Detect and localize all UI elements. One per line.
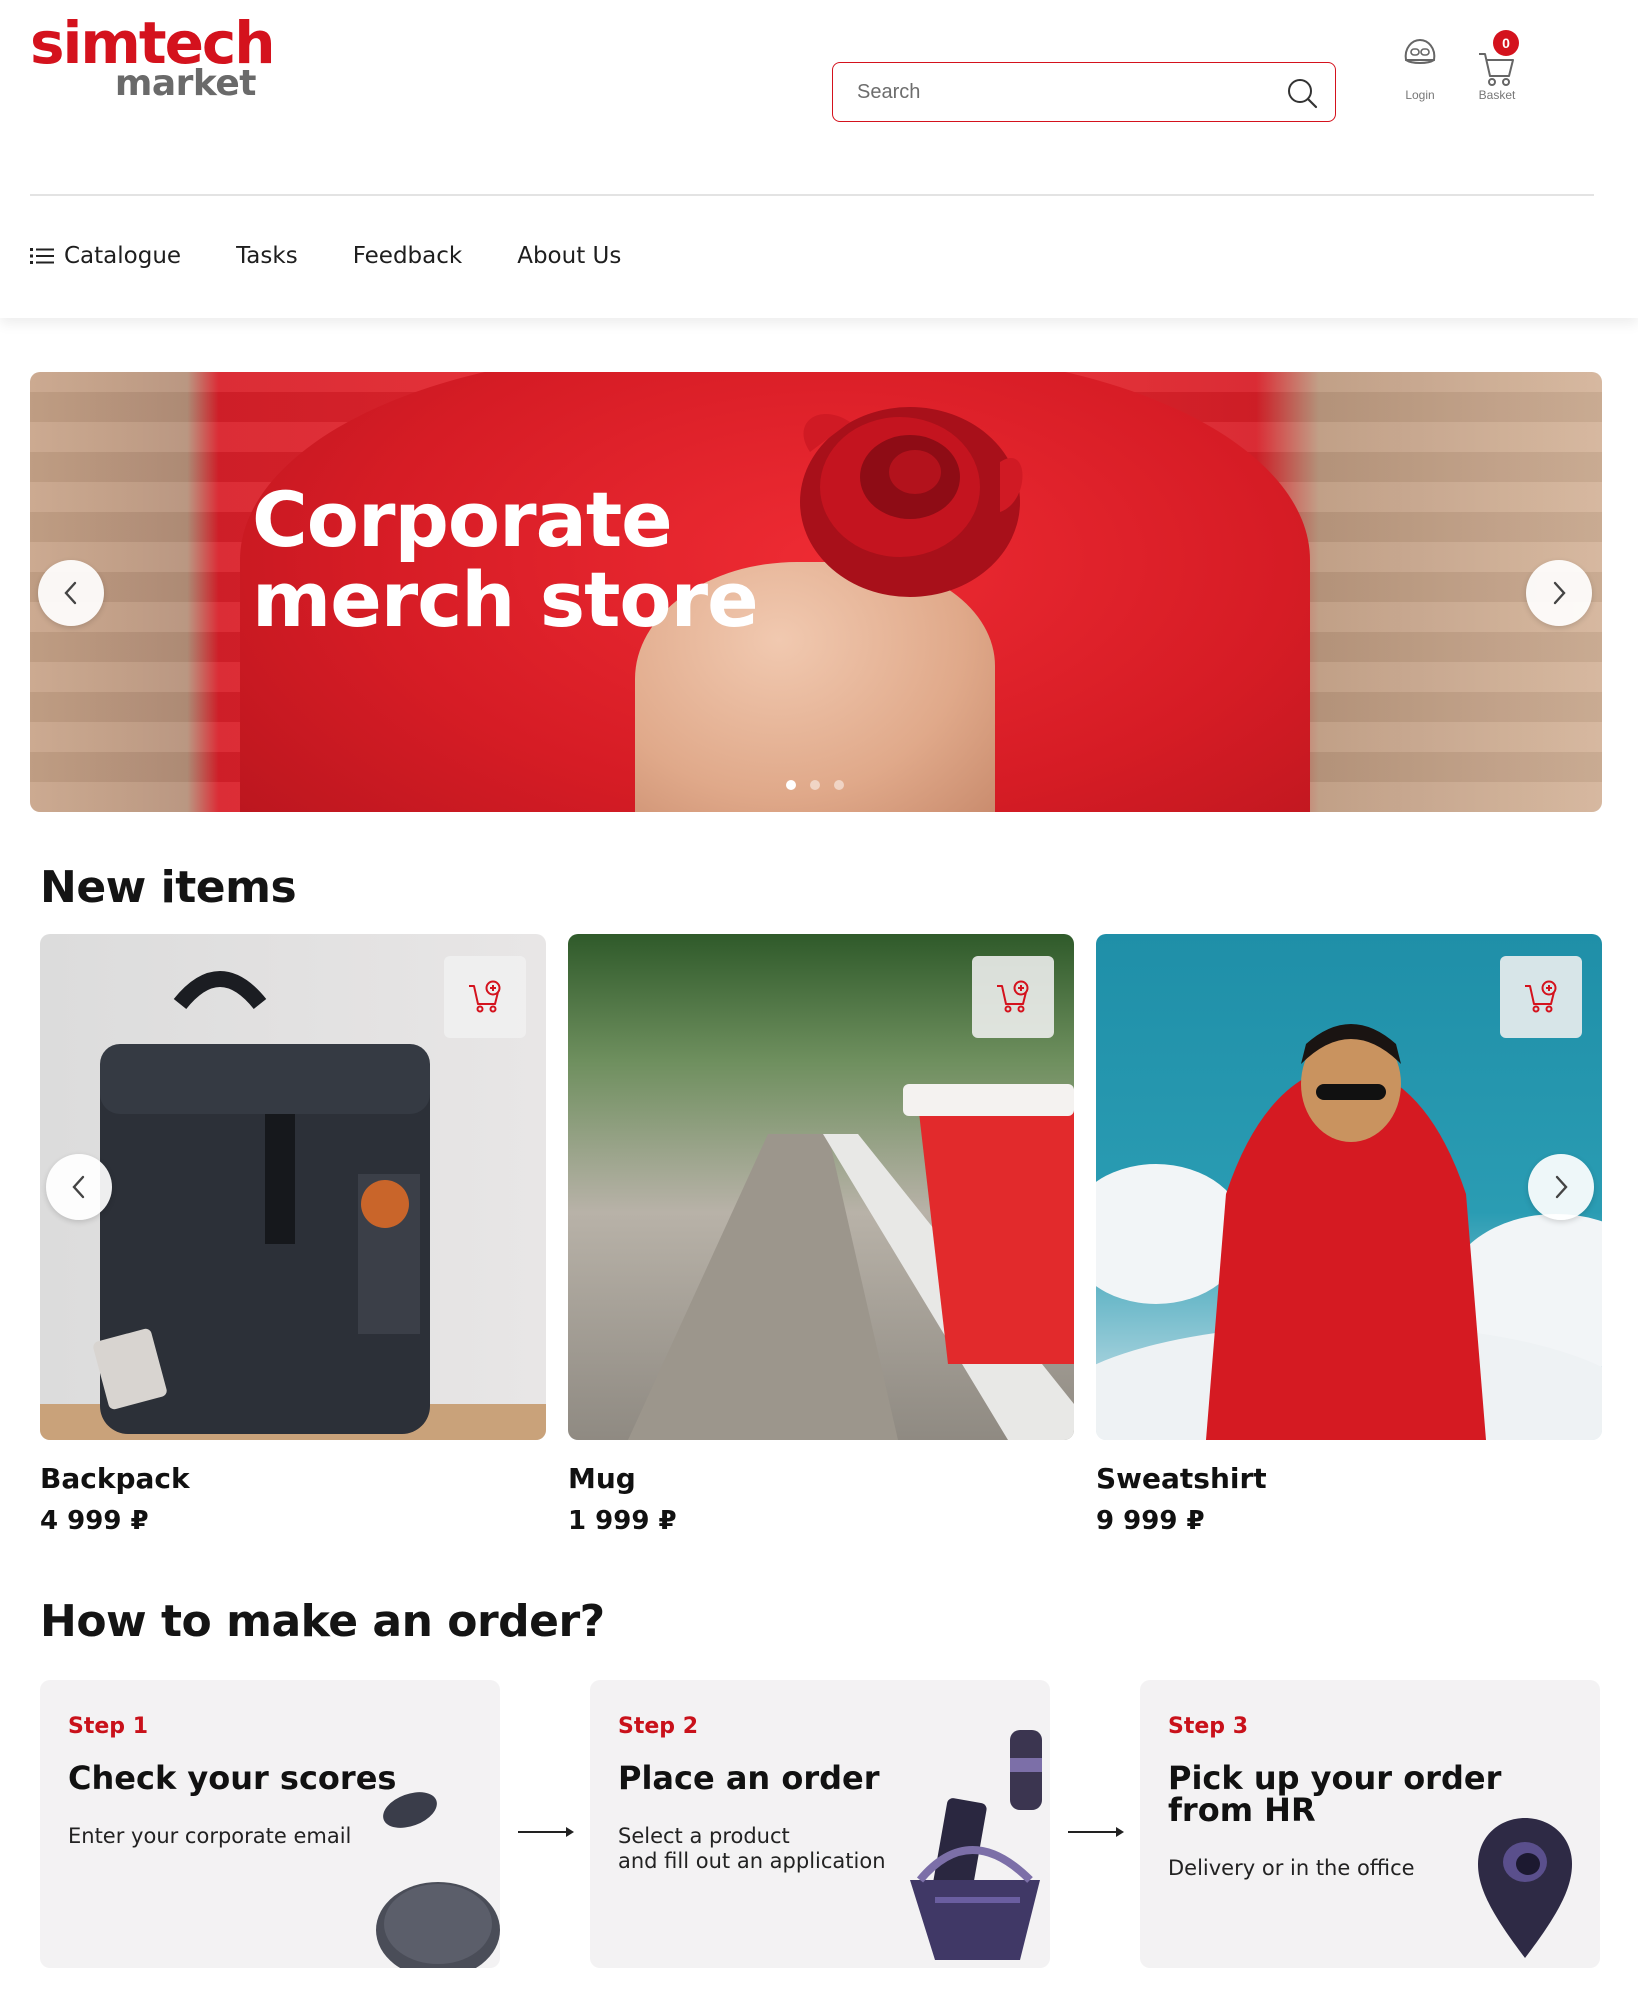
- chevron-left-icon: [72, 1175, 85, 1199]
- logo-text-secondary: market: [114, 63, 257, 104]
- chevron-right-icon: [1555, 1175, 1568, 1199]
- nav-about[interactable]: About Us: [517, 243, 621, 269]
- arrow-right-icon: [1068, 1827, 1124, 1837]
- arrow-right-icon: [518, 1827, 574, 1837]
- login-label: Login: [1405, 88, 1435, 102]
- cart-add-icon: [997, 980, 1029, 1013]
- add-to-cart-button[interactable]: [444, 956, 526, 1038]
- order-step-1: Step 1 Check your scores Enter your corp…: [40, 1680, 500, 1968]
- step-description: Select a product and fill out an applica…: [618, 1824, 886, 1873]
- hero-pagination: [786, 780, 844, 790]
- product-name[interactable]: Sweatshirt: [1096, 1462, 1267, 1495]
- cart-add-icon: [1525, 980, 1557, 1013]
- step-description: Enter your corporate email: [68, 1824, 352, 1848]
- map-pin-icon: [1478, 1818, 1572, 1958]
- nav-feedback[interactable]: Feedback: [353, 243, 463, 269]
- product-card-sweatshirt[interactable]: Sweatshirt 9 999 ₽: [1096, 934, 1602, 1536]
- items-prev-button[interactable]: [46, 1154, 112, 1220]
- step-number: Step 3: [1168, 1714, 1248, 1739]
- basket-button[interactable]: 0 Basket: [1467, 30, 1527, 110]
- main-nav: Catalogue Tasks Feedback About Us: [30, 238, 621, 274]
- product-card-backpack[interactable]: Backpack 4 999 ₽: [40, 934, 546, 1536]
- user-face-icon: [1404, 38, 1436, 64]
- basket-label: Basket: [1478, 88, 1516, 102]
- product-image-backpack[interactable]: [40, 934, 546, 1440]
- product-card-mug[interactable]: Mug 1 999 ₽: [568, 934, 1074, 1536]
- product-price: 9 999 ₽: [1096, 1506, 1205, 1536]
- how-to-order-heading: How to make an order?: [40, 1596, 605, 1647]
- hero-title: Corporate merch store: [252, 475, 759, 644]
- product-image-mug[interactable]: [568, 934, 1074, 1440]
- chevron-right-icon: [1553, 581, 1566, 605]
- header-divider: [30, 194, 1594, 196]
- search-icon[interactable]: [1285, 76, 1319, 110]
- cart-add-icon: [469, 980, 501, 1013]
- items-next-button[interactable]: [1528, 1154, 1594, 1220]
- basket-count-badge: 0: [1493, 30, 1519, 56]
- hero-prev-button[interactable]: [38, 560, 104, 626]
- login-button[interactable]: Login: [1390, 30, 1450, 110]
- list-menu-icon: [30, 248, 54, 264]
- add-to-cart-button[interactable]: [1500, 956, 1582, 1038]
- nav-tasks[interactable]: Tasks: [236, 243, 298, 269]
- search-input[interactable]: [857, 77, 1257, 107]
- brand-logo[interactable]: simtech market: [30, 14, 276, 104]
- coins-icon: [376, 1792, 500, 1968]
- nav-catalogue[interactable]: Catalogue: [30, 243, 181, 269]
- shopping-basket-icon: [910, 1730, 1042, 1960]
- hero-dot-3[interactable]: [834, 780, 844, 790]
- hero-dot-2[interactable]: [810, 780, 820, 790]
- hero-banner[interactable]: Corporate merch store: [30, 372, 1602, 812]
- site-header: simtech market Login 0 Basket: [0, 0, 1638, 318]
- step-number: Step 2: [618, 1714, 698, 1739]
- new-items-heading: New items: [40, 862, 297, 913]
- product-image-sweatshirt[interactable]: [1096, 934, 1602, 1440]
- hero-next-button[interactable]: [1526, 560, 1592, 626]
- order-step-3: Step 3 Pick up your order from HR Delive…: [1140, 1680, 1600, 1968]
- chevron-left-icon: [64, 581, 77, 605]
- product-price: 1 999 ₽: [568, 1506, 677, 1536]
- product-price: 4 999 ₽: [40, 1506, 149, 1536]
- step-number: Step 1: [68, 1714, 148, 1739]
- nav-catalogue-label: Catalogue: [64, 243, 182, 269]
- add-to-cart-button[interactable]: [972, 956, 1054, 1038]
- search-box: [832, 62, 1336, 122]
- hero-dot-1[interactable]: [786, 780, 796, 790]
- step-description: Delivery or in the office: [1168, 1856, 1415, 1880]
- order-step-2: Step 2 Place an order Select a product a…: [590, 1680, 1050, 1968]
- product-name[interactable]: Mug: [568, 1462, 636, 1495]
- product-name[interactable]: Backpack: [40, 1462, 190, 1495]
